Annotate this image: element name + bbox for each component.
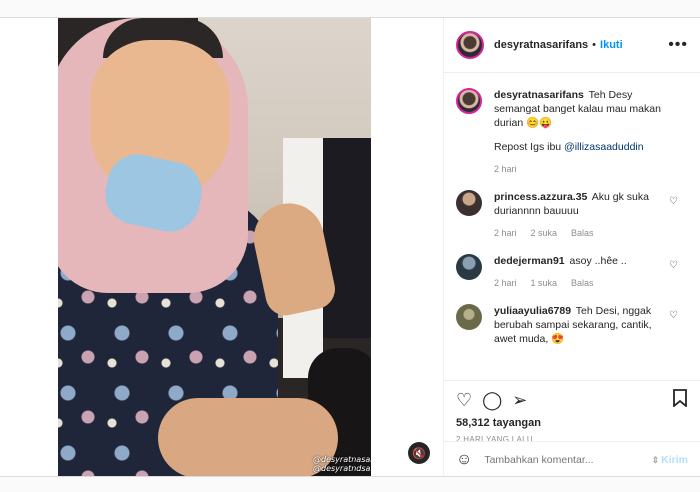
avatar[interactable] — [456, 254, 482, 280]
scroll-arrows-icon: ⇕ — [651, 455, 660, 465]
post-header: desyratnasarifans • Ikuti ••• — [444, 18, 700, 73]
follow-button[interactable]: Ikuti — [600, 39, 623, 51]
avatar[interactable] — [456, 31, 484, 59]
mention-link[interactable]: @illizasaaduddin — [564, 141, 644, 153]
heart-icon[interactable]: ♡ — [669, 260, 678, 271]
caption-time[interactable]: 2 hari — [494, 162, 517, 176]
video-player[interactable]: @desyratnasariterdepan @desyratndsarifan… — [58, 18, 371, 476]
reply-button[interactable]: Balas — [571, 226, 594, 240]
comment-item: princess.azzura.35 Aku gk suka duriannnn… — [456, 190, 688, 240]
comment-time[interactable]: 2 hari — [494, 276, 517, 290]
comment-username[interactable]: yuliaayulia6789 — [494, 305, 571, 317]
caption-username[interactable]: desyratnasarifans — [494, 89, 584, 101]
heart-icon[interactable]: ♡ — [669, 196, 678, 207]
add-comment-bar: ☺ ⇕Kirim — [444, 441, 700, 478]
share-icon[interactable]: ➢ — [512, 390, 527, 410]
comment-item: dedejerman91 asoy ..hêe .. 2 hari 1 suka… — [456, 254, 688, 290]
post-media: @desyratnasariterdepan @desyratndsarifan… — [0, 18, 443, 476]
avatar[interactable] — [456, 190, 482, 216]
send-button[interactable]: ⇕ Kirim — [652, 454, 688, 466]
comment-item: yuliaayulia6789 Teh Desi, nggak berubah … — [456, 304, 688, 346]
avatar[interactable] — [456, 88, 482, 114]
post-side-panel: desyratnasarifans • Ikuti ••• desyratnas… — [443, 18, 700, 476]
bookmark-icon[interactable] — [672, 389, 688, 411]
reply-button[interactable]: Balas — [571, 276, 594, 290]
more-horizontal-icon[interactable]: ••• — [668, 36, 688, 54]
instagram-post: @desyratnasariterdepan @desyratndsarifan… — [0, 17, 700, 477]
comment-username[interactable]: princess.azzura.35 — [494, 191, 587, 203]
comment-icon[interactable]: ◯ — [482, 390, 502, 410]
comment-time[interactable]: 2 hari — [494, 226, 517, 240]
video-watermark: @desyratnasariterdepan @desyratndsarifan… — [313, 455, 371, 473]
comment-username[interactable]: dedejerman91 — [494, 255, 565, 267]
comment-text: asoy ..hêe .. — [569, 255, 627, 267]
emoji-icon[interactable]: ☺ — [456, 451, 472, 469]
heart-icon[interactable]: ♡ — [456, 390, 472, 410]
avatar[interactable] — [456, 304, 482, 330]
comments-list[interactable]: desyratnasarifans Teh Desy semangat bang… — [444, 74, 700, 380]
speaker-muted-icon[interactable]: 🔇 — [408, 442, 430, 464]
caption: desyratnasarifans Teh Desy semangat bang… — [456, 88, 688, 176]
comment-likes[interactable]: 2 suka — [531, 226, 558, 240]
heart-icon[interactable]: ♡ — [669, 310, 678, 321]
post-username[interactable]: desyratnasarifans — [494, 39, 588, 51]
comment-input[interactable] — [484, 454, 652, 466]
comment-likes[interactable]: 1 suka — [531, 276, 558, 290]
view-count[interactable]: 58,312 tayangan — [456, 417, 688, 429]
